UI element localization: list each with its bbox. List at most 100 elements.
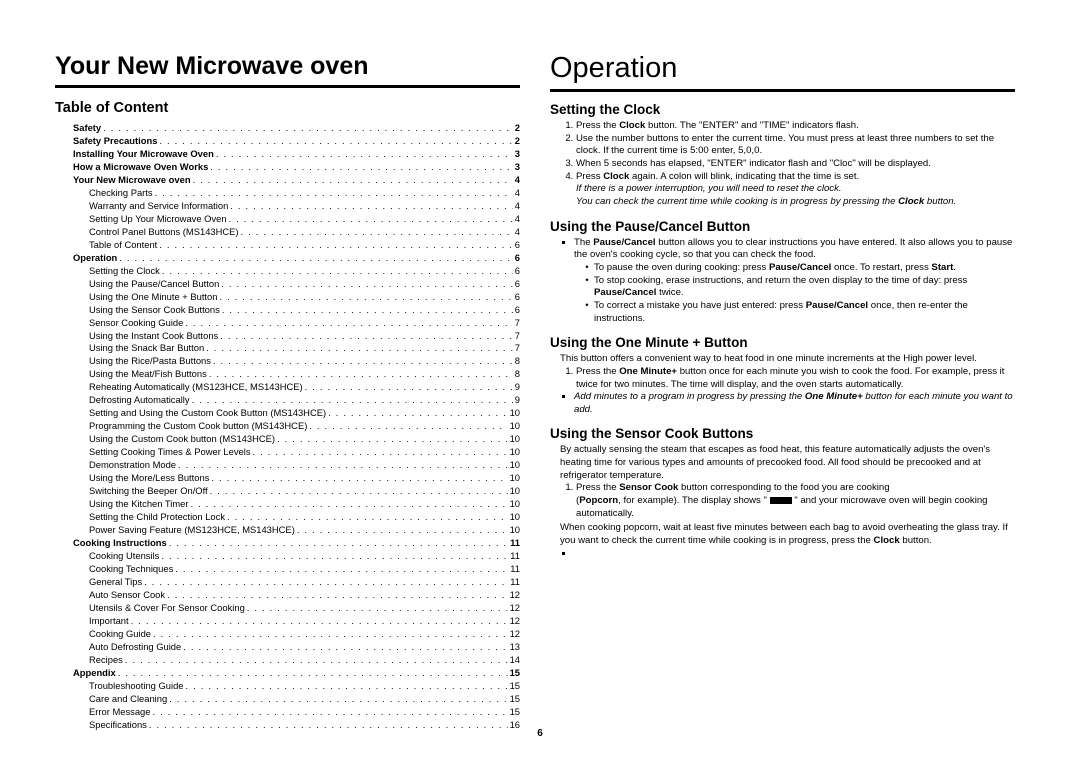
- clock-step-3: When 5 seconds has elapsed, "ENTER" indi…: [576, 158, 1015, 171]
- toc-row: Cooking Utensils . . . . . . . . . . . .…: [73, 550, 520, 563]
- toc-page-number: 7: [513, 330, 520, 343]
- toc-label: Control Panel Buttons (MS143HCE): [89, 226, 239, 239]
- toc-leader-dots: . . . . . . . . . . . . . . . . . . . . …: [191, 174, 513, 187]
- toc-page-number: 10: [508, 498, 520, 511]
- toc-label: Care and Cleaning: [89, 693, 167, 706]
- toc-label: Using the More/Less Buttons: [89, 472, 209, 485]
- pause-intro: The Pause/Cancel button allows you to cl…: [574, 237, 1015, 326]
- toc-label: Error Message: [89, 706, 150, 719]
- toc-row: Setting Up Your Microwave Oven . . . . .…: [73, 213, 520, 226]
- toc-row: Utensils & Cover For Sensor Cooking . . …: [73, 602, 520, 615]
- toc-row: Table of Content . . . . . . . . . . . .…: [73, 239, 520, 252]
- toc-label: Switching the Beeper On/Off: [89, 485, 208, 498]
- clock-step-2: Use the number buttons to enter the curr…: [576, 133, 1015, 158]
- sensor-tail: When cooking popcorn, wait at least five…: [550, 522, 1015, 547]
- left-title: Your New Microwave oven: [55, 52, 520, 81]
- toc-label: Safety Precautions: [73, 135, 157, 148]
- toc-page-number: 10: [508, 472, 520, 485]
- table-of-contents: Safety . . . . . . . . . . . . . . . . .…: [55, 122, 520, 732]
- toc-page-number: 3: [513, 148, 520, 161]
- toc-row: Demonstration Mode . . . . . . . . . . .…: [73, 459, 520, 472]
- toc-row: Cooking Techniques . . . . . . . . . . .…: [73, 563, 520, 576]
- manual-page: Your New Microwave oven Table of Content…: [0, 0, 1080, 763]
- one-minute-step-1: Press the One Minute+ button once for ea…: [576, 366, 1015, 391]
- toc-label: Using the Kitchen Timer: [89, 498, 189, 511]
- toc-page-number: 10: [508, 485, 520, 498]
- toc-row: Important . . . . . . . . . . . . . . . …: [73, 615, 520, 628]
- toc-label: Utensils & Cover For Sensor Cooking: [89, 602, 245, 615]
- toc-page-number: 10: [508, 407, 520, 420]
- toc-leader-dots: . . . . . . . . . . . . . . . . . . . . …: [157, 239, 513, 252]
- toc-row: Using the Meat/Fish Buttons . . . . . . …: [73, 368, 520, 381]
- toc-label: Sensor Cooking Guide: [89, 317, 183, 330]
- toc-label: Cooking Guide: [89, 628, 151, 641]
- toc-label: Using the Custom Cook button (MS143HCE): [89, 433, 275, 446]
- toc-leader-dots: . . . . . . . . . . . . . . . . . . . . …: [204, 342, 513, 355]
- toc-row: Using the Kitchen Timer . . . . . . . . …: [73, 498, 520, 511]
- toc-label: Power Saving Feature (MS123HCE, MS143HCE…: [89, 524, 295, 537]
- toc-page-number: 15: [508, 706, 520, 719]
- toc-label: Programming the Custom Cook button (MS14…: [89, 420, 307, 433]
- toc-leader-dots: . . . . . . . . . . . . . . . . . . . . …: [181, 641, 507, 654]
- toc-label: Cooking Techniques: [89, 563, 173, 576]
- toc-leader-dots: . . . . . . . . . . . . . . . . . . . . …: [153, 187, 513, 200]
- toc-leader-dots: . . . . . . . . . . . . . . . . . . . . …: [123, 654, 508, 667]
- toc-leader-dots: . . . . . . . . . . . . . . . . . . . . …: [167, 537, 508, 550]
- toc-page-number: 8: [513, 355, 520, 368]
- toc-page-number: 6: [513, 291, 520, 304]
- toc-page-number: 11: [508, 550, 520, 563]
- toc-page-number: 6: [513, 304, 520, 317]
- toc-heading: Table of Content: [55, 100, 520, 116]
- toc-leader-dots: . . . . . . . . . . . . . . . . . . . . …: [157, 135, 512, 148]
- pause-bullet-2: To stop cooking, erase instructions, and…: [594, 275, 1015, 300]
- toc-row: Programming the Custom Cook button (MS14…: [73, 420, 520, 433]
- toc-row: Control Panel Buttons (MS143HCE) . . . .…: [73, 226, 520, 239]
- clock-note-2: You can check the current time while coo…: [576, 196, 1015, 209]
- toc-row: Cooking Instructions . . . . . . . . . .…: [73, 537, 520, 550]
- toc-page-number: 15: [508, 680, 520, 693]
- toc-row: Setting the Clock . . . . . . . . . . . …: [73, 265, 520, 278]
- toc-label: Your New Microwave oven: [73, 174, 191, 187]
- section-setting-clock-heading: Setting the Clock: [550, 102, 1015, 117]
- toc-page-number: 6: [513, 278, 520, 291]
- toc-page-number: 12: [508, 589, 520, 602]
- toc-leader-dots: . . . . . . . . . . . . . . . . . . . . …: [150, 706, 507, 719]
- toc-label: Cooking Utensils: [89, 550, 159, 563]
- toc-leader-dots: . . . . . . . . . . . . . . . . . . . . …: [129, 615, 508, 628]
- toc-row: Switching the Beeper On/Off . . . . . . …: [73, 485, 520, 498]
- toc-leader-dots: . . . . . . . . . . . . . . . . . . . . …: [176, 459, 508, 472]
- toc-page-number: 11: [508, 537, 520, 550]
- toc-leader-dots: . . . . . . . . . . . . . . . . . . . . …: [214, 148, 513, 161]
- toc-leader-dots: . . . . . . . . . . . . . . . . . . . . …: [245, 602, 508, 615]
- toc-leader-dots: . . . . . . . . . . . . . . . . . . . . …: [225, 511, 508, 524]
- two-column-layout: Your New Microwave oven Table of Content…: [55, 52, 1025, 732]
- toc-page-number: 11: [508, 576, 520, 589]
- toc-label: Table of Content: [89, 239, 157, 252]
- toc-label: Setting Cooking Times & Power Levels: [89, 446, 251, 459]
- toc-page-number: 4: [513, 187, 520, 200]
- right-column: Operation Setting the Clock Press the Cl…: [550, 52, 1015, 732]
- toc-label: Using the Sensor Cook Buttons: [89, 304, 220, 317]
- toc-row: Defrosting Automatically . . . . . . . .…: [73, 394, 520, 407]
- toc-label: Demonstration Mode: [89, 459, 176, 472]
- toc-page-number: 2: [513, 122, 520, 135]
- page-number: 6: [0, 728, 1080, 739]
- toc-leader-dots: . . . . . . . . . . . . . . . . . . . . …: [183, 317, 512, 330]
- toc-row: Appendix . . . . . . . . . . . . . . . .…: [73, 667, 520, 680]
- toc-label: Using the Rice/Pasta Buttons: [89, 355, 211, 368]
- toc-row: Warranty and Service Information . . . .…: [73, 200, 520, 213]
- toc-leader-dots: . . . . . . . . . . . . . . . . . . . . …: [239, 226, 513, 239]
- toc-page-number: 6: [513, 239, 520, 252]
- toc-label: Using the Meat/Fish Buttons: [89, 368, 207, 381]
- toc-leader-dots: . . . . . . . . . . . . . . . . . . . . …: [184, 680, 508, 693]
- toc-label: Checking Parts: [89, 187, 153, 200]
- toc-page-number: 15: [508, 693, 520, 706]
- toc-row: Care and Cleaning . . . . . . . . . . . …: [73, 693, 520, 706]
- toc-row: Using the More/Less Buttons . . . . . . …: [73, 472, 520, 485]
- toc-label: Setting the Child Protection Lock: [89, 511, 225, 524]
- toc-row: Operation . . . . . . . . . . . . . . . …: [73, 252, 520, 265]
- toc-leader-dots: . . . . . . . . . . . . . . . . . . . . …: [173, 563, 508, 576]
- toc-leader-dots: . . . . . . . . . . . . . . . . . . . . …: [190, 394, 513, 407]
- toc-leader-dots: . . . . . . . . . . . . . . . . . . . . …: [211, 355, 513, 368]
- right-title: Operation: [550, 52, 1015, 85]
